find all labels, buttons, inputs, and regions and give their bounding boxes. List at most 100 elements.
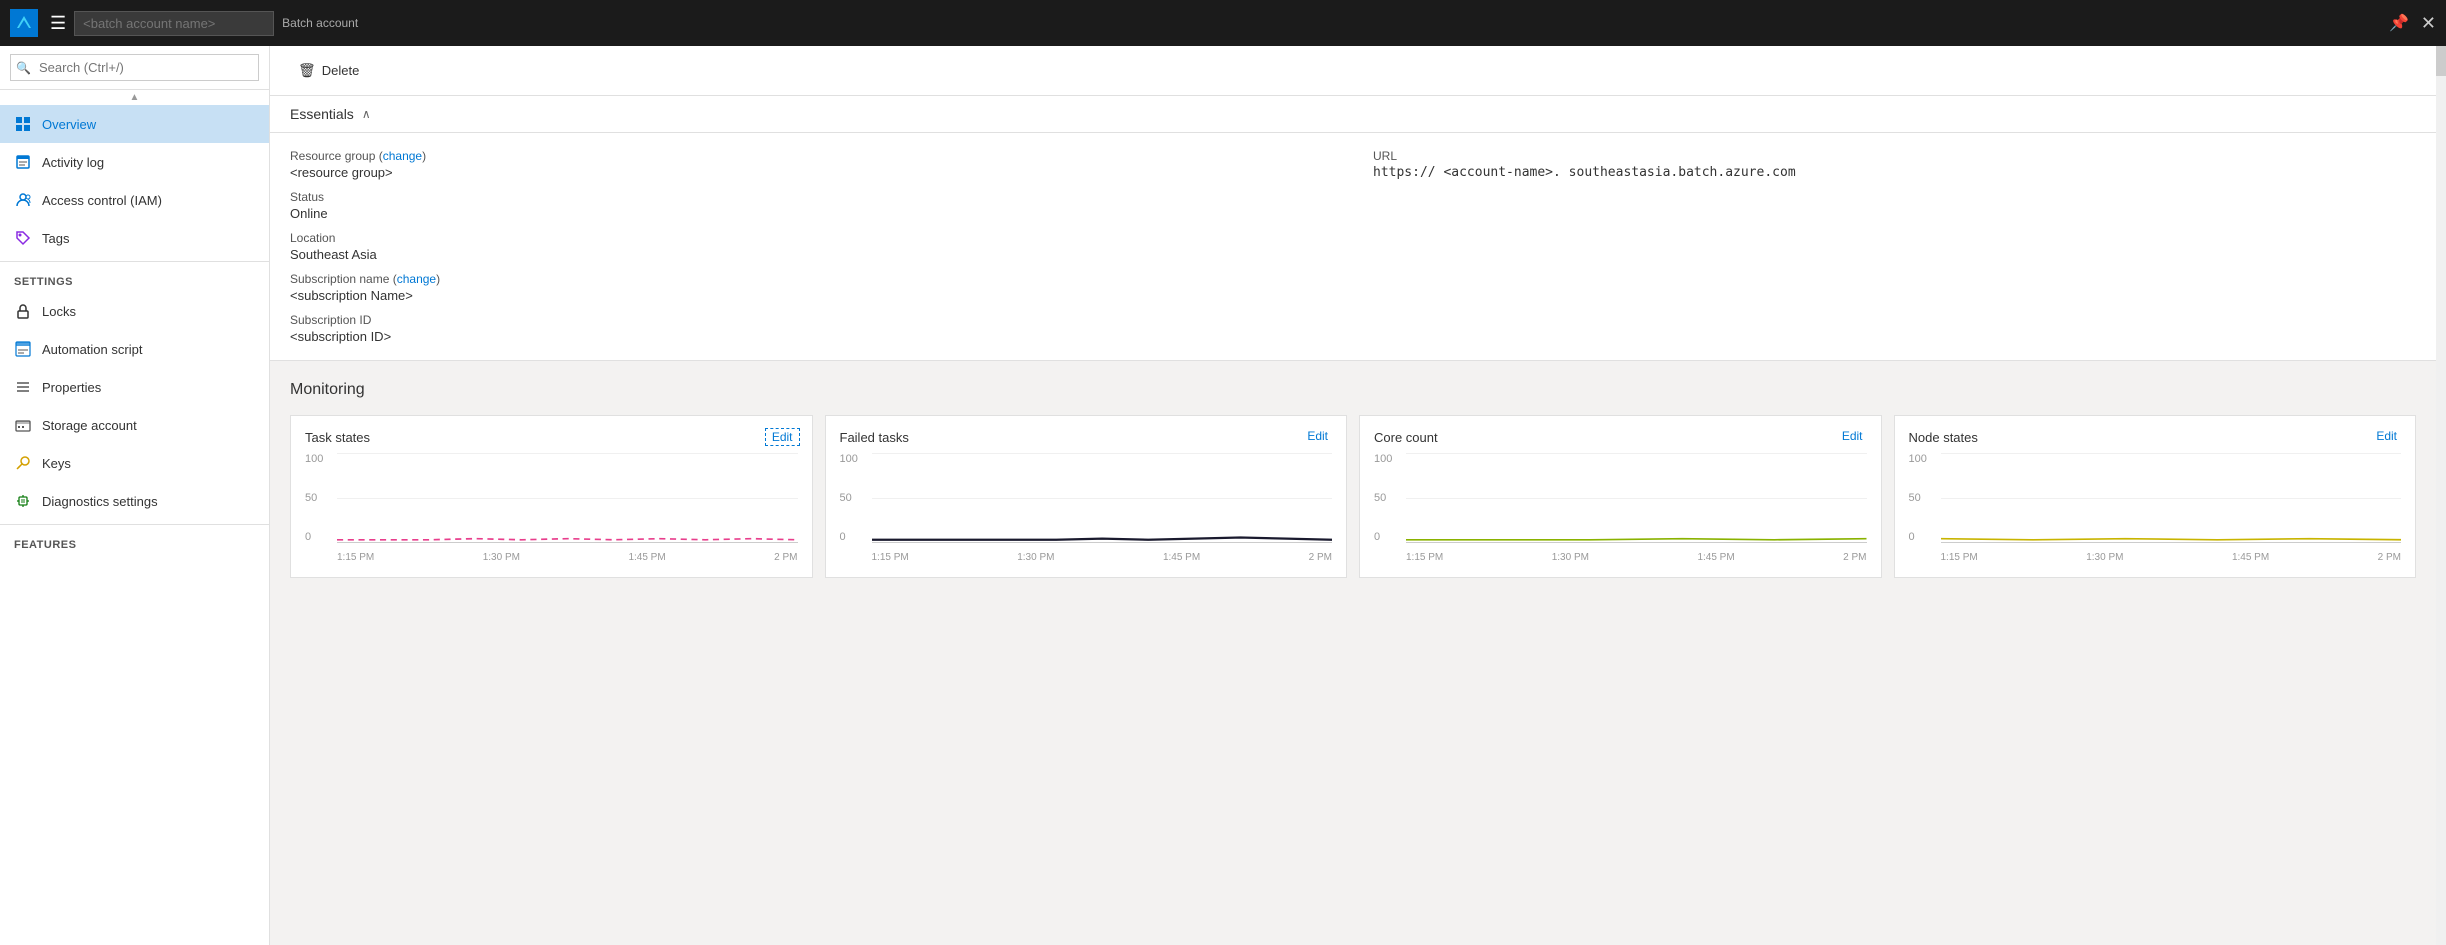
hamburger-menu[interactable]: ☰ <box>10 9 66 37</box>
node-states-x-labels: 1:15 PM 1:30 PM 1:45 PM 2 PM <box>1941 552 2402 563</box>
core-count-edit[interactable]: Edit <box>1836 428 1869 444</box>
sidebar-item-automation-script[interactable]: Automation script <box>0 330 269 368</box>
sidebar-item-tags-label: Tags <box>42 231 69 246</box>
y-label-50: 50 <box>1374 492 1404 504</box>
core-count-y-labels: 100 50 0 <box>1374 453 1404 543</box>
core-count-x-labels: 1:15 PM 1:30 PM 1:45 PM 2 PM <box>1406 552 1867 563</box>
resource-group-label: Resource group (change) <box>290 149 1353 163</box>
hamburger-icon[interactable]: ☰ <box>50 13 66 34</box>
x-label-130: 1:30 PM <box>1017 552 1054 563</box>
sidebar-item-activity-log[interactable]: Activity log <box>0 143 269 181</box>
top-bar: ☰ Batch account 📌 ✕ <box>0 0 2446 46</box>
sidebar: ▲ Overview Activity log Access control (… <box>0 46 270 945</box>
top-bar-right: 📌 ✕ <box>2389 13 2436 34</box>
x-label-145: 1:45 PM <box>2232 552 2269 563</box>
grid-top <box>1406 453 1867 454</box>
location-field: Location Southeast Asia <box>290 231 1353 262</box>
grid-mid <box>337 498 798 499</box>
sidebar-item-storage-account[interactable]: Storage account <box>0 406 269 444</box>
x-label-200: 2 PM <box>1843 552 1866 563</box>
y-label-0: 0 <box>1374 531 1404 543</box>
sidebar-item-diagnostics-settings-label: Diagnostics settings <box>42 494 158 509</box>
search-wrap <box>10 54 259 81</box>
content-area: 🗑 Delete Essentials ∧ Resource group (ch… <box>270 46 2436 945</box>
monitoring-title: Monitoring <box>290 381 2416 399</box>
subscription-id-field: Subscription ID <subscription ID> <box>290 313 1353 344</box>
node-states-chart: 100 50 0 1:15 PM <box>1909 453 2402 563</box>
x-label-115: 1:15 PM <box>872 552 909 563</box>
node-states-card: Node states Edit 100 50 0 <box>1894 415 2417 578</box>
resource-group-change-link[interactable]: change <box>383 149 422 163</box>
right-scrollbar[interactable] <box>2436 46 2446 945</box>
locks-icon <box>14 302 32 320</box>
sidebar-item-overview-label: Overview <box>42 117 96 132</box>
task-states-y-labels: 100 50 0 <box>305 453 335 543</box>
scrollbar-thumb[interactable] <box>2436 46 2446 76</box>
node-states-chart-inner <box>1941 453 2402 543</box>
node-states-title: Node states <box>1909 430 2402 445</box>
monitoring-section: Monitoring Task states Edit 100 50 0 <box>270 361 2436 945</box>
delete-label: Delete <box>322 63 360 78</box>
overview-icon <box>14 115 32 133</box>
access-control-icon <box>14 191 32 209</box>
sidebar-item-keys-label: Keys <box>42 456 71 471</box>
sidebar-item-keys[interactable]: Keys <box>0 444 269 482</box>
failed-tasks-title: Failed tasks <box>840 430 1333 445</box>
x-label-145: 1:45 PM <box>1697 552 1734 563</box>
toolbar: 🗑 Delete <box>270 46 2436 96</box>
essentials-body: Resource group (change) <resource group>… <box>270 133 2436 360</box>
y-label-0: 0 <box>1909 531 1939 543</box>
sidebar-item-properties-label: Properties <box>42 380 101 395</box>
keys-icon <box>14 454 32 472</box>
subscription-name-change-link[interactable]: change <box>397 272 436 286</box>
properties-icon <box>14 378 32 396</box>
failed-tasks-card: Failed tasks Edit 100 50 0 <box>825 415 1348 578</box>
failed-tasks-chart: 100 50 0 1:15 PM <box>840 453 1333 563</box>
sidebar-item-activity-log-label: Activity log <box>42 155 104 170</box>
failed-tasks-edit[interactable]: Edit <box>1301 428 1334 444</box>
scroll-up[interactable]: ▲ <box>0 90 269 105</box>
x-label-130: 1:30 PM <box>1552 552 1589 563</box>
task-states-chart-inner <box>337 453 798 543</box>
y-label-0: 0 <box>840 531 870 543</box>
location-label: Location <box>290 231 1353 245</box>
x-label-130: 1:30 PM <box>2086 552 2123 563</box>
sidebar-item-locks-label: Locks <box>42 304 76 319</box>
sidebar-item-diagnostics-settings[interactable]: Diagnostics settings <box>0 482 269 520</box>
top-bar-subtitle: Batch account <box>282 16 358 30</box>
grid-mid <box>1941 498 2402 499</box>
url-label: URL <box>1373 149 2416 163</box>
sidebar-item-tags[interactable]: Tags <box>0 219 269 257</box>
node-states-y-labels: 100 50 0 <box>1909 453 1939 543</box>
resource-group-field: Resource group (change) <resource group> <box>290 149 1353 180</box>
sidebar-item-locks[interactable]: Locks <box>0 292 269 330</box>
sidebar-item-overview[interactable]: Overview <box>0 105 269 143</box>
node-states-edit[interactable]: Edit <box>2370 428 2403 444</box>
status-value: Online <box>290 206 1353 221</box>
close-icon[interactable]: ✕ <box>2421 13 2436 34</box>
pin-icon[interactable]: 📌 <box>2389 13 2409 33</box>
batch-account-name-input[interactable] <box>74 11 274 36</box>
sidebar-item-access-control[interactable]: Access control (IAM) <box>0 181 269 219</box>
monitoring-cards: Task states Edit 100 50 0 <box>290 415 2416 578</box>
status-label: Status <box>290 190 1353 204</box>
essentials-chevron[interactable]: ∧ <box>362 107 371 121</box>
features-divider <box>0 524 269 525</box>
grid-mid <box>872 498 1333 499</box>
x-label-145: 1:45 PM <box>628 552 665 563</box>
y-label-100: 100 <box>1374 453 1404 465</box>
x-label-200: 2 PM <box>774 552 797 563</box>
y-label-100: 100 <box>305 453 335 465</box>
sidebar-search <box>0 46 269 90</box>
task-states-card: Task states Edit 100 50 0 <box>290 415 813 578</box>
sidebar-item-properties[interactable]: Properties <box>0 368 269 406</box>
x-label-200: 2 PM <box>2378 552 2401 563</box>
search-input[interactable] <box>10 54 259 81</box>
task-states-edit[interactable]: Edit <box>765 428 800 446</box>
automation-script-icon <box>14 340 32 358</box>
failed-tasks-chart-inner <box>872 453 1333 543</box>
essentials-header: Essentials ∧ <box>270 96 2436 133</box>
core-count-chart: 100 50 0 1:15 PM <box>1374 453 1867 563</box>
status-field: Status Online <box>290 190 1353 221</box>
delete-button[interactable]: 🗑 Delete <box>290 58 367 83</box>
